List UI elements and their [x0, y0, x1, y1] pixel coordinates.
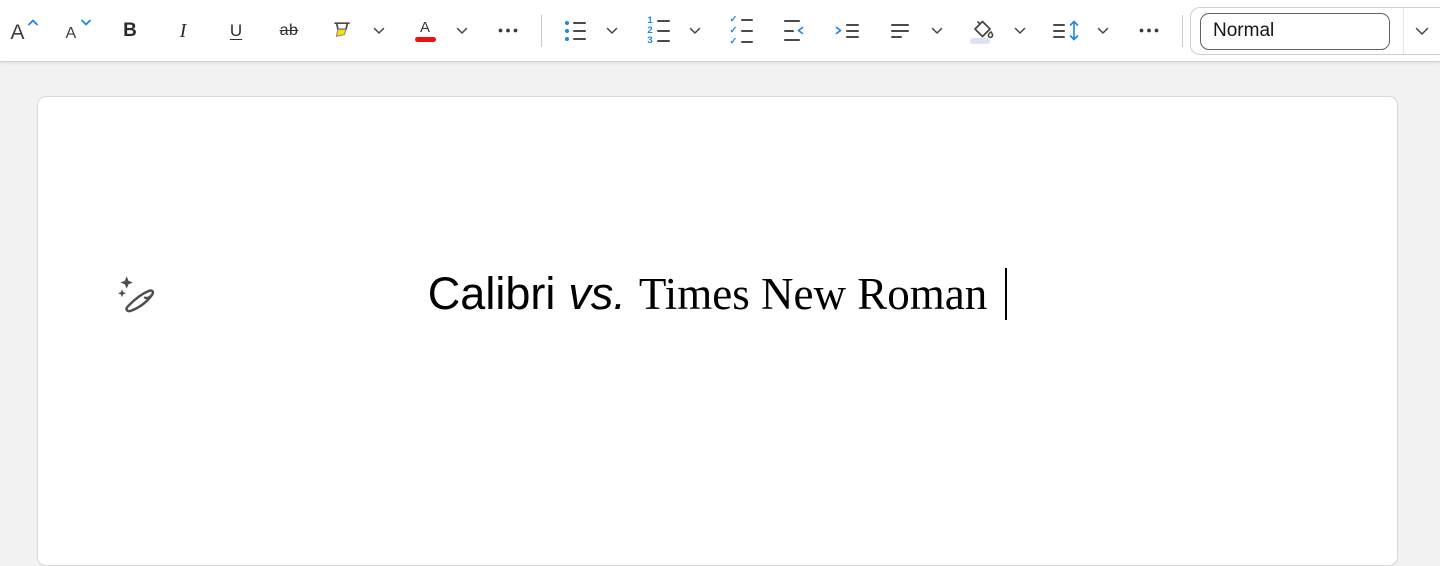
document-canvas: Calibri vs. Times New Roman: [0, 62, 1440, 566]
underline-icon: U: [229, 21, 243, 40]
highlighter-icon: [334, 21, 350, 37]
more-font-options-button[interactable]: [488, 11, 528, 51]
grow-font-caret-icon: [27, 19, 38, 26]
shrink-font-icon: A: [64, 17, 91, 44]
align-dropdown-button[interactable]: [924, 11, 950, 51]
more-options-icon: [498, 28, 518, 33]
word-editor-app: A A B I U ab A 1 2 3 ✓ ✓ ✓ Normal Calibr…: [0, 0, 1440, 566]
title-word-calibri: Calibri: [427, 268, 556, 319]
chevron-down-icon: [373, 27, 385, 34]
align-icon: [891, 23, 909, 38]
font-color-button[interactable]: A: [405, 11, 445, 51]
line-spacing-icon: [1053, 19, 1079, 42]
underline-button[interactable]: U: [216, 11, 256, 51]
more-options-icon: [1139, 28, 1159, 33]
style-selector-value: Normal: [1213, 20, 1275, 41]
chevron-down-icon: [1014, 27, 1026, 34]
document-page[interactable]: Calibri vs. Times New Roman: [37, 96, 1398, 566]
title-word-times-new-roman: Times New Roman: [638, 269, 988, 319]
chevron-down-icon: [931, 27, 943, 34]
shading-icon: [970, 18, 996, 44]
highlighter-button[interactable]: [322, 11, 362, 51]
indent-button[interactable]: [827, 11, 867, 51]
bold-icon: B: [123, 20, 137, 41]
strikethrough-button[interactable]: ab: [269, 11, 309, 51]
bullet-list-icon: [564, 20, 586, 41]
shading-button[interactable]: [963, 11, 1003, 51]
document-title: Calibri vs. Times New Roman: [38, 265, 1397, 323]
chevron-down-icon: [689, 27, 701, 34]
formatting-toolbar: A A B I U ab A 1 2 3 ✓ ✓ ✓ Normal: [0, 0, 1440, 62]
grow-font-icon: A: [11, 17, 38, 44]
font-color-swatch: [414, 36, 436, 42]
outdent-button[interactable]: [774, 11, 814, 51]
bullet-list-dropdown-button[interactable]: [599, 11, 625, 51]
shading-dropdown-button[interactable]: [1007, 11, 1033, 51]
chevron-down-icon: [456, 27, 468, 34]
up-down-arrows-icon: [1069, 20, 1079, 41]
numbered-list-icon: 1 2 3: [647, 16, 670, 45]
chevron-down-icon: [1097, 27, 1109, 34]
font-color-icon: A: [414, 20, 436, 42]
line-spacing-dropdown-button[interactable]: [1090, 11, 1116, 51]
highlighter-dropdown-button[interactable]: [366, 11, 392, 51]
italic-button[interactable]: I: [163, 11, 203, 51]
style-selector-dropdown-button[interactable]: [1404, 8, 1440, 54]
style-selector-value-box[interactable]: Normal: [1200, 12, 1390, 50]
shrink-font-caret-icon: [80, 19, 91, 26]
checklist-button[interactable]: ✓ ✓ ✓: [721, 11, 761, 51]
grow-font-button[interactable]: A: [4, 11, 44, 51]
arrow-left-icon: [797, 26, 804, 35]
paint-bucket-icon: [974, 20, 994, 38]
checklist-icon: ✓ ✓ ✓: [729, 14, 753, 46]
outdent-icon: [784, 20, 804, 41]
chevron-down-icon: [1415, 27, 1429, 35]
italic-icon: I: [179, 19, 187, 42]
style-selector: Normal: [1190, 7, 1440, 55]
indent-icon: [835, 23, 859, 38]
bold-button[interactable]: B: [110, 11, 150, 51]
align-button[interactable]: [880, 11, 920, 51]
title-word-vs: vs.: [568, 268, 626, 319]
more-paragraph-options-button[interactable]: [1129, 11, 1169, 51]
chevron-down-icon: [606, 27, 618, 34]
numbered-list-dropdown-button[interactable]: [682, 11, 708, 51]
arrow-right-icon: [835, 26, 842, 35]
line-spacing-button[interactable]: [1046, 11, 1086, 51]
shrink-font-button[interactable]: A: [57, 11, 97, 51]
toolbar-divider: [1182, 14, 1183, 47]
font-color-dropdown-button[interactable]: [449, 11, 475, 51]
text-cursor: [1005, 268, 1008, 320]
strikethrough-icon: ab: [279, 21, 299, 39]
bullet-list-button[interactable]: [555, 11, 595, 51]
toolbar-divider: [541, 14, 542, 47]
numbered-list-button[interactable]: 1 2 3: [638, 11, 678, 51]
